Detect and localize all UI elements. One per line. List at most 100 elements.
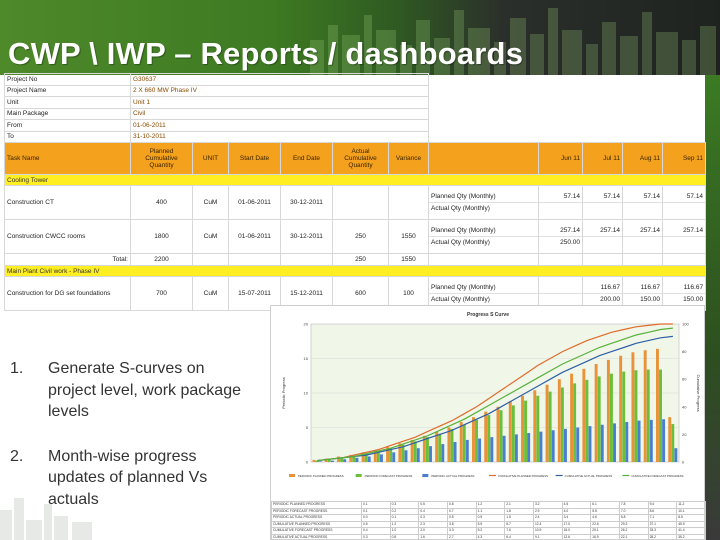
bar-periodic-planned-progress — [606, 359, 610, 462]
month-value — [584, 203, 622, 215]
month-value — [624, 203, 662, 215]
table-header-row: Task Name Planned Cumulative Quantity UN… — [4, 142, 707, 175]
planned-qty: 400 — [130, 185, 193, 220]
section-row-main-plant: Main Plant Civil work - Phase IV — [3, 265, 707, 277]
bar-periodic-forecast-progress — [671, 424, 675, 462]
bar-periodic-planned-progress — [582, 368, 586, 462]
bar-periodic-forecast-progress — [548, 391, 552, 462]
column-header: Planned Cumulative Quantity — [130, 142, 193, 175]
bar-periodic-planned-progress — [668, 417, 672, 462]
bar-periodic-actual-progress — [441, 444, 445, 462]
y-tick-label-right: 80 — [682, 349, 687, 354]
month-value: 250.00 — [560, 238, 581, 246]
bar-periodic-forecast-progress — [426, 437, 429, 462]
info-value: Civil — [129, 107, 430, 120]
planned-qty: 1800 — [130, 219, 193, 254]
month-value: 200.00 — [600, 295, 621, 303]
bar-periodic-actual-progress — [318, 461, 322, 462]
section-title: Cooling Tower — [3, 174, 707, 186]
month-value: 57.14 — [663, 191, 705, 203]
data-table-cell: 2.7 — [446, 533, 477, 540]
bar-periodic-actual-progress — [330, 460, 334, 462]
bar-periodic-planned-progress — [631, 352, 635, 462]
bar-periodic-forecast-progress — [462, 424, 466, 462]
bar-periodic-planned-progress — [643, 350, 647, 462]
start-date: 01-06-2011 — [228, 219, 281, 254]
qty-type-label: Actual Qty (Monthly) — [431, 295, 490, 303]
bar-periodic-actual-progress — [674, 448, 678, 462]
bar-periodic-planned-progress — [398, 443, 402, 462]
end-date: 30-12-2011 — [280, 185, 333, 220]
info-label: Project No — [4, 73, 131, 86]
slide-header: CWP \ IWP – Reports / dashboards — [0, 0, 720, 75]
task-name: Construction CT — [4, 185, 131, 220]
month-cell: 257.14 — [662, 219, 707, 254]
bar-periodic-forecast-progress — [573, 383, 577, 462]
column-header: Variance — [387, 142, 430, 175]
legend-label: PERIODIC PLANNED PROGRESS — [298, 474, 344, 478]
qty-type-cell: Planned Qty (Monthly) Actual Qty (Monthl… — [428, 185, 540, 220]
y-tick-label-right: 20 — [682, 432, 687, 437]
bar-periodic-actual-progress — [380, 454, 383, 462]
month-value: 57.14 — [583, 191, 622, 203]
info-row-unit: Unit Unit 1 — [4, 96, 706, 109]
task-name: Construction for DG set foundations — [4, 276, 131, 311]
qty-type-label: Actual Qty (Monthly) — [431, 238, 490, 246]
bar-periodic-planned-progress — [656, 348, 659, 462]
info-row-project-name: Project Name 2 X 660 MW Phase IV — [4, 84, 706, 97]
month-value — [584, 237, 622, 249]
qty-type-label: Planned Qty (Monthly) — [429, 282, 538, 294]
bar-periodic-forecast-progress — [585, 379, 589, 462]
bar-periodic-actual-progress — [465, 439, 469, 462]
actual-qty: 250 — [332, 219, 389, 254]
column-header: Sep 11 — [662, 142, 707, 175]
bar-periodic-actual-progress — [502, 435, 506, 462]
month-value: 257.14 — [663, 225, 705, 237]
bar-periodic-planned-progress — [521, 395, 524, 462]
y-tick-label-left: 5 — [306, 425, 309, 430]
bar-periodic-forecast-progress — [499, 410, 503, 462]
bar-periodic-planned-progress — [484, 411, 488, 462]
info-value: 01-06-2011 — [129, 119, 430, 132]
bar-periodic-forecast-progress — [475, 419, 478, 462]
column-header: End Date — [280, 142, 333, 175]
bar-periodic-actual-progress — [490, 437, 494, 462]
bar-periodic-actual-progress — [564, 428, 567, 462]
y-tick-label-right: 100 — [682, 322, 689, 327]
ground-skyline-decoration — [0, 498, 92, 540]
data-table-cell: 1.6 — [418, 533, 448, 540]
month-cell: 57.14 — [582, 185, 624, 220]
column-header: Actual Cumulative Quantity — [332, 142, 389, 175]
info-row-to: To 31-10-2011 — [4, 130, 706, 143]
y-tick-label-left: 0 — [306, 460, 309, 465]
data-table-cell: 12.6 — [561, 533, 592, 540]
month-value: 257.14 — [583, 225, 622, 237]
info-row-main-package: Main Package Civil — [4, 107, 706, 120]
chart-data-table: PERIODIC PLANNED PROGRESS 0.1 0.3 0.5 0.8 1.2… — [271, 501, 706, 540]
bar-periodic-forecast-progress — [622, 371, 626, 462]
month-value: 57.14 — [539, 191, 582, 203]
bar-periodic-planned-progress — [557, 379, 561, 462]
legend-label: CUMULATIVE PLANNED PROGRESS — [498, 474, 548, 478]
bar-periodic-actual-progress — [576, 427, 580, 462]
bar-periodic-forecast-progress — [560, 387, 564, 462]
info-value: Unit 1 — [129, 96, 430, 109]
bar-periodic-forecast-progress — [659, 369, 662, 462]
bar-periodic-forecast-progress — [597, 376, 601, 462]
total-row: Total: 2200 250 1550 — [4, 253, 707, 266]
bar-periodic-planned-progress — [496, 406, 500, 462]
data-table-row-label: CUMULATIVE ACTUAL PROGRESS — [271, 533, 362, 540]
bar-periodic-actual-progress — [662, 419, 666, 462]
actual-qty — [332, 185, 389, 220]
column-header: Start Date — [228, 142, 281, 175]
total-variance: 1550 — [387, 253, 430, 266]
bar-periodic-planned-progress — [472, 417, 475, 462]
month-cell: 257.14 — [622, 219, 664, 254]
y-axis-label-left: Periodic Progress — [281, 377, 286, 409]
month-value: 150.00 — [640, 295, 661, 303]
month-value: 150.00 — [683, 295, 704, 303]
data-table-cell: 22.1 — [618, 533, 649, 540]
total-label: Total: — [4, 253, 131, 266]
bar-periodic-forecast-progress — [634, 370, 638, 462]
bar-periodic-planned-progress — [508, 401, 512, 462]
